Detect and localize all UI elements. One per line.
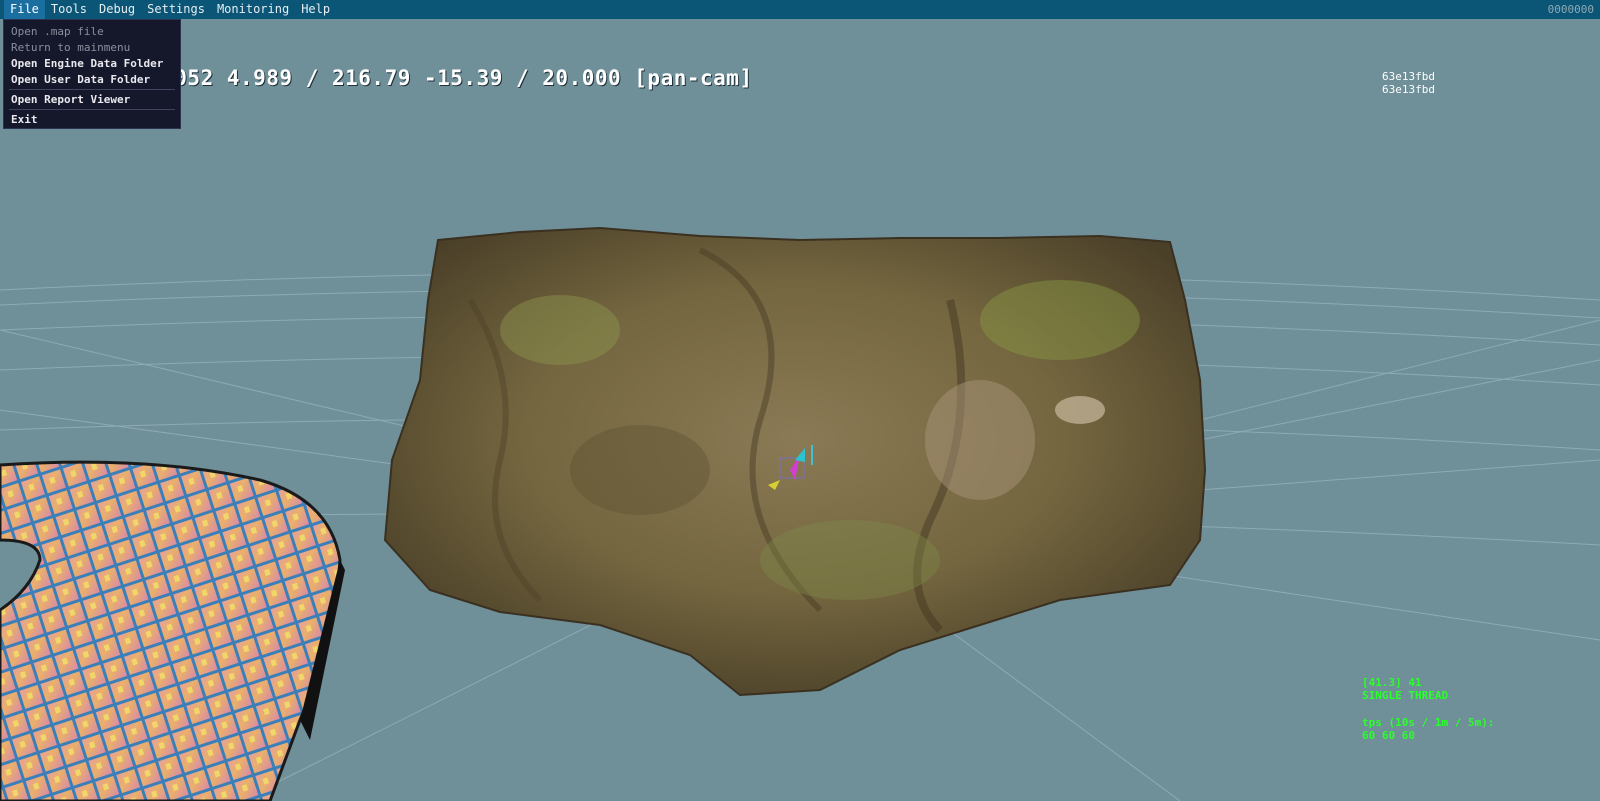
stats-line: [41.3] 41 [1362, 676, 1422, 689]
menu-item-open-user-data[interactable]: Open User Data Folder [4, 72, 180, 88]
torus-mesh [0, 460, 345, 801]
scene-render [0, 226, 1600, 801]
menu-item-open-engine-data[interactable]: Open Engine Data Folder [4, 56, 180, 72]
hash-line: 63e13fbd [1382, 83, 1435, 96]
menu-item-open-report-viewer[interactable]: Open Report Viewer [4, 92, 180, 108]
stats-line: 60 60 60 [1362, 729, 1415, 742]
menu-monitoring[interactable]: Monitoring [211, 0, 295, 19]
stats-line: tps (10s / 1m / 5m): [1362, 716, 1495, 729]
menu-item-open-map[interactable]: Open .map file [4, 24, 180, 40]
menu-file[interactable]: File [4, 0, 45, 19]
menu-tools[interactable]: Tools [45, 0, 93, 19]
stats-line: SINGLE THREAD [1362, 689, 1449, 702]
menu-settings[interactable]: Settings [141, 0, 211, 19]
camera-readout: 7.052 4.989 / 216.79 -15.39 / 20.000 [pa… [148, 66, 753, 90]
menu-help[interactable]: Help [295, 0, 336, 19]
menu-item-return-mainmenu[interactable]: Return to mainmenu [4, 40, 180, 56]
menu-separator [9, 109, 175, 110]
hash-line: 63e13fbd [1382, 70, 1435, 83]
menu-bar: File Tools Debug Settings Monitoring Hel… [0, 0, 1600, 19]
menu-debug[interactable]: Debug [93, 0, 141, 19]
fps-counter: 0000000 [1547, 3, 1594, 16]
3d-viewport[interactable] [0, 0, 1600, 801]
file-menu-dropdown: Open .map file Return to mainmenu Open E… [3, 19, 181, 129]
menu-item-exit[interactable]: Exit [4, 112, 180, 128]
menu-separator [9, 89, 175, 90]
rock-mesh [383, 226, 1207, 697]
